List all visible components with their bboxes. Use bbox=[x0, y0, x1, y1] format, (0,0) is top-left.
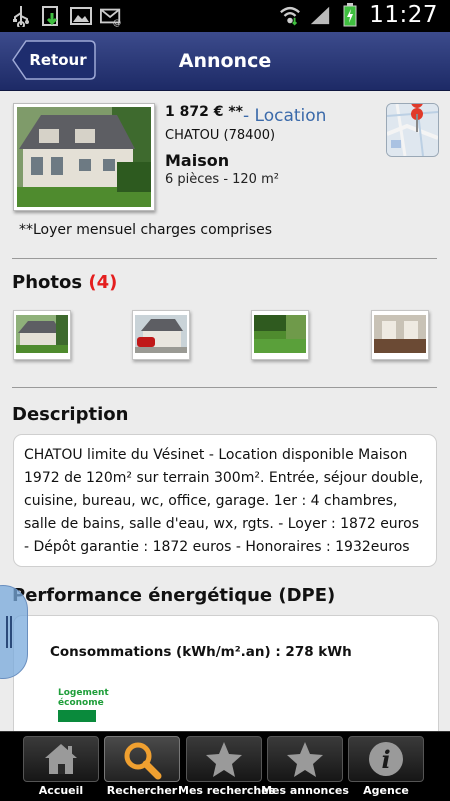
info-icon: i bbox=[369, 742, 403, 776]
divider bbox=[12, 258, 437, 259]
svg-text:@: @ bbox=[113, 17, 121, 27]
star-icon bbox=[206, 742, 242, 777]
divider bbox=[12, 387, 437, 388]
dpe-label-bottom: économe bbox=[58, 698, 104, 708]
description-title: Description bbox=[12, 404, 129, 425]
bottom-tab-bar: Accueil Rechercher Mes recherches Mes an… bbox=[0, 731, 450, 801]
tab-label: Agence bbox=[363, 784, 409, 797]
description-text: CHATOU limite du Vésinet - Location disp… bbox=[24, 447, 424, 555]
svg-text:i: i bbox=[381, 745, 390, 774]
dpe-consumption: Consommations (kWh/m².an) : 278 kWh bbox=[50, 644, 352, 660]
download-icon bbox=[40, 5, 62, 27]
tab-label: Accueil bbox=[38, 784, 84, 797]
listing-city: CHATOU (78400) bbox=[165, 128, 276, 143]
mail-icon: @ bbox=[100, 5, 122, 27]
star-icon bbox=[287, 742, 323, 777]
dpe-title: Performance énergétique (DPE) bbox=[12, 585, 336, 606]
tab-accueil[interactable]: Accueil bbox=[23, 736, 99, 799]
battery-charging-icon bbox=[339, 3, 361, 27]
listing-kind: Maison bbox=[165, 151, 230, 170]
map-button[interactable] bbox=[386, 103, 439, 157]
photo-thumbnail-4[interactable] bbox=[371, 310, 429, 360]
usb-icon bbox=[10, 5, 32, 27]
listing-type: - Location bbox=[243, 106, 327, 126]
description-box: CHATOU limite du Vésinet - Location disp… bbox=[13, 434, 437, 567]
back-button-label: Retour bbox=[29, 51, 87, 69]
tab-mes-recherches[interactable]: Mes recherches bbox=[178, 736, 275, 799]
photos-title-label: Photos bbox=[12, 272, 83, 293]
tab-rechercher[interactable]: Rechercher bbox=[104, 736, 180, 799]
dpe-energy-bar bbox=[58, 710, 96, 722]
photo-thumbnail-2[interactable] bbox=[132, 310, 190, 360]
listing-rooms: 6 pièces - 120 m² bbox=[165, 172, 279, 187]
tab-mes-annonces[interactable]: Mes annonces bbox=[261, 736, 349, 799]
top-header: Retour Annonce bbox=[0, 32, 450, 91]
tab-agence[interactable]: i Agence bbox=[348, 736, 424, 799]
photos-count: (4) bbox=[88, 272, 118, 293]
status-bar: @ 11:27 bbox=[0, 0, 450, 32]
photo-thumbnail-1[interactable] bbox=[13, 310, 71, 360]
home-icon bbox=[45, 744, 77, 774]
tab-label: Mes recherches bbox=[178, 784, 276, 797]
back-button[interactable]: Retour bbox=[12, 40, 96, 80]
grip-icon bbox=[6, 616, 12, 648]
map-pin-icon bbox=[387, 104, 438, 156]
listing-price: 1 872 € ** bbox=[165, 104, 243, 120]
status-clock: 11:27 bbox=[369, 2, 438, 28]
wifi-icon bbox=[279, 4, 301, 26]
tab-label: Mes annonces bbox=[261, 784, 349, 797]
listing-main-photo[interactable] bbox=[13, 103, 155, 211]
search-icon bbox=[124, 742, 162, 780]
image-icon bbox=[70, 5, 92, 27]
dpe-box: Consommations (kWh/m².an) : 278 kWh Loge… bbox=[13, 615, 439, 731]
photos-title: Photos (4) bbox=[12, 272, 117, 293]
signal-icon bbox=[309, 4, 331, 26]
dpe-scale-label: Logement économe bbox=[58, 688, 109, 708]
rent-note: **Loyer mensuel charges comprises bbox=[19, 222, 273, 238]
tab-label: Rechercher bbox=[106, 784, 178, 797]
dpe-label-top: Logement bbox=[58, 688, 109, 698]
side-panel-handle[interactable] bbox=[0, 585, 28, 679]
listing-content[interactable]: 1 872 € ** - Location CHATOU (78400) Mai… bbox=[0, 91, 450, 731]
photo-thumbnail-3[interactable] bbox=[251, 310, 309, 360]
